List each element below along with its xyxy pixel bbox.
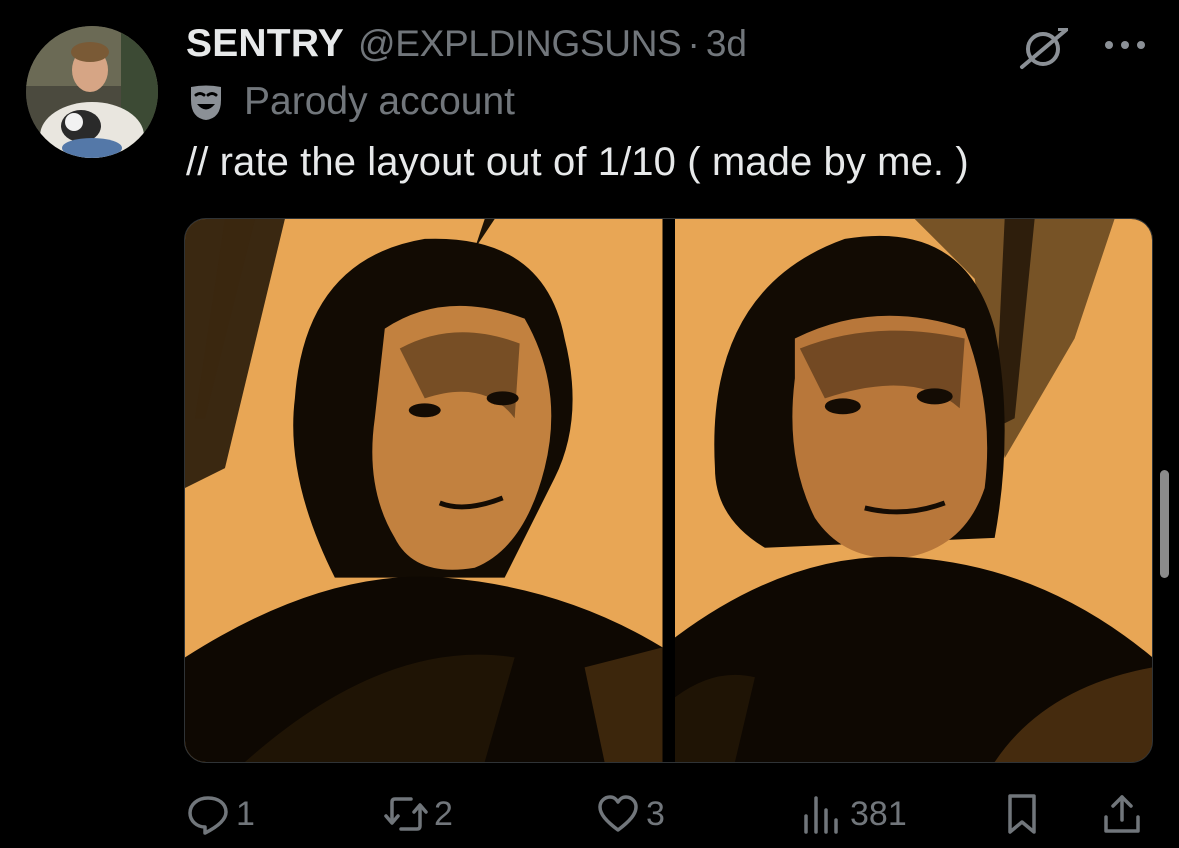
author-handle[interactable]: @EXPLDINGSUNS: [358, 23, 682, 65]
media-image-right[interactable]: [674, 219, 1152, 762]
views-button[interactable]: 381: [800, 788, 907, 840]
like-count: 3: [646, 794, 665, 833]
parody-badge: Parody account: [186, 80, 515, 124]
reply-icon: [188, 796, 228, 835]
post-time[interactable]: 3d: [706, 23, 747, 65]
reply-button[interactable]: 1: [186, 788, 255, 840]
heart-icon: [598, 795, 638, 832]
bookmark-icon: [1008, 794, 1036, 834]
more-options-icon[interactable]: [1100, 30, 1150, 60]
repost-icon: [384, 797, 428, 831]
views-chart-icon: [804, 796, 838, 834]
like-button[interactable]: 3: [596, 788, 665, 840]
repost-button[interactable]: 2: [384, 788, 453, 840]
media-image-left[interactable]: [185, 219, 663, 762]
action-bar: 1 2 3 381: [186, 788, 1152, 840]
grok-icon[interactable]: [1018, 26, 1072, 70]
reply-count: 1: [236, 794, 255, 833]
bookmark-button[interactable]: [1000, 788, 1044, 840]
parody-label: Parody account: [244, 80, 516, 123]
share-icon: [1104, 795, 1140, 833]
mask-icon: [191, 85, 221, 120]
media-grid: [184, 218, 1153, 763]
share-button[interactable]: [1100, 788, 1144, 840]
view-count: 381: [850, 794, 907, 833]
author-name[interactable]: SENTRY: [186, 22, 344, 66]
tweet-text: // rate the layout out of 1/10 ( made by…: [186, 140, 969, 184]
separator-dot: ·: [687, 23, 700, 64]
avatar[interactable]: [26, 26, 158, 158]
tweet-header: SENTRY @EXPLDINGSUNS · 3d: [186, 22, 747, 66]
scrollbar[interactable]: [1160, 470, 1169, 578]
repost-count: 2: [434, 794, 453, 833]
tweet[interactable]: SENTRY @EXPLDINGSUNS · 3d Parody account…: [0, 0, 1179, 848]
